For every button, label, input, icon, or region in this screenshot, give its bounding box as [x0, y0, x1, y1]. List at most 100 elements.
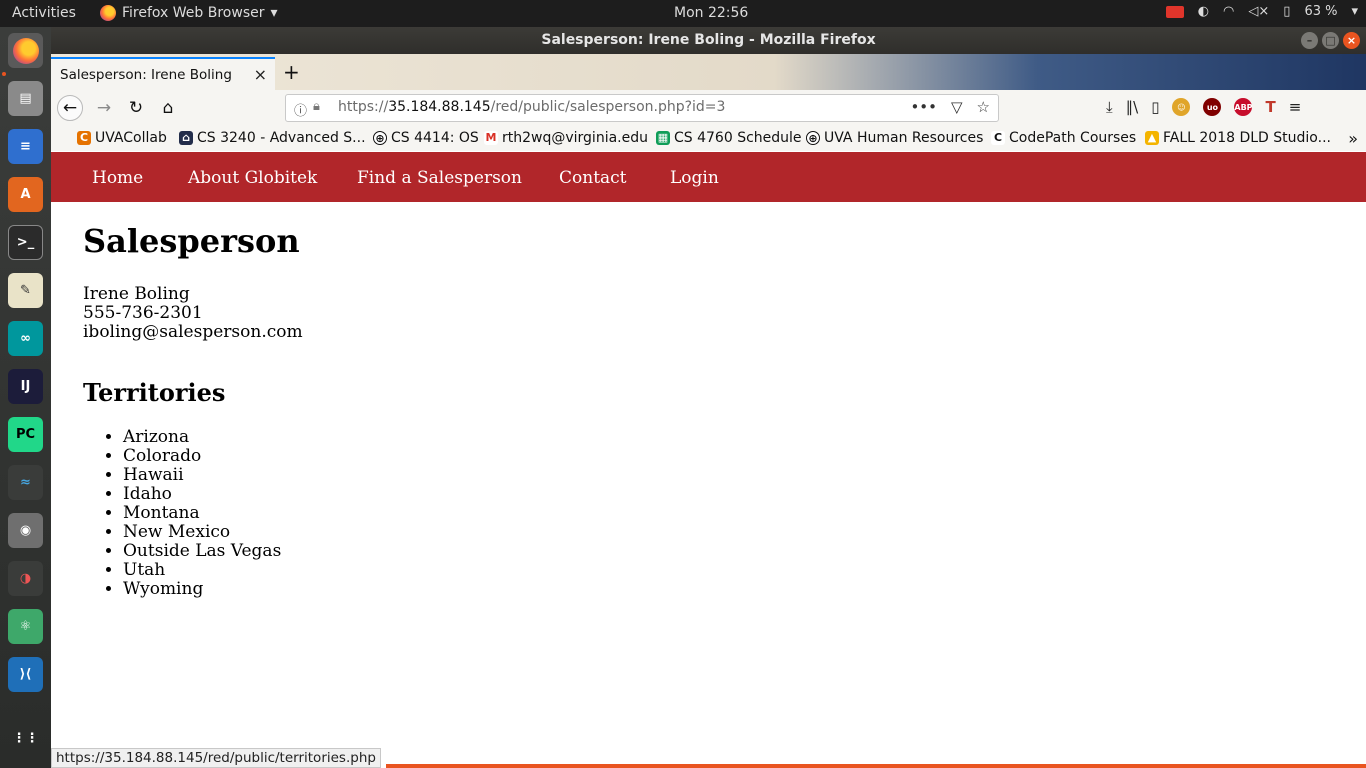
- sheets-icon: ▦: [656, 131, 670, 145]
- page-title: Salesperson: [83, 222, 300, 260]
- clock[interactable]: Mon 22:56: [674, 5, 748, 21]
- nav-link-about[interactable]: About Globitek: [188, 168, 317, 188]
- tab-strip: Salesperson: Irene Boling × +: [51, 54, 1366, 90]
- bookmark-star-icon[interactable]: ☆: [977, 98, 990, 116]
- download-icon[interactable]: ⤓: [1106, 98, 1113, 116]
- salesperson-email: iboling@salesperson.com: [83, 322, 303, 342]
- atom-launcher-icon[interactable]: ⚛: [8, 609, 43, 644]
- territory-item: Colorado: [123, 447, 281, 466]
- app-menu[interactable]: Firefox Web Browser ▾: [100, 5, 278, 21]
- battery-percent: 63 %: [1304, 4, 1338, 19]
- collab-icon: C: [77, 131, 91, 145]
- writer-launcher-icon[interactable]: ≡: [8, 129, 43, 164]
- new-tab-button[interactable]: +: [283, 60, 300, 84]
- adblock-plus-icon[interactable]: ABP: [1234, 98, 1253, 116]
- active-app-indicator: [2, 72, 6, 76]
- territory-item: Idaho: [123, 485, 281, 504]
- back-button[interactable]: ←: [57, 95, 83, 121]
- salesperson-phone: 555-736-2301: [83, 303, 203, 323]
- url-bar[interactable]: ⓘ 🔒︎ https://35.184.88.145/red/public/sa…: [285, 94, 999, 122]
- window-bottom-strip: [386, 764, 1366, 768]
- battery-icon[interactable]: ▯: [1283, 4, 1290, 19]
- page-content: Salesperson Irene Boling 555-736-2301 ib…: [51, 202, 1366, 748]
- nav-link-login[interactable]: Login: [670, 168, 719, 188]
- forward-button[interactable]: →: [91, 95, 117, 121]
- close-window-button[interactable]: ×: [1343, 32, 1360, 49]
- minimize-button[interactable]: –: [1301, 32, 1318, 49]
- bookmark-codepath[interactable]: C CodePath Courses: [991, 130, 1136, 146]
- ublock-icon[interactable]: uo: [1203, 98, 1222, 116]
- bookmark-uvacollab[interactable]: C UVACollab: [77, 130, 167, 146]
- volume-muted-icon[interactable]: ◁×: [1248, 4, 1269, 19]
- link-status-bar: https://35.184.88.145/red/public/territo…: [51, 748, 381, 768]
- bookmark-gmail[interactable]: M rth2wq@virginia.edu: [484, 130, 648, 146]
- dolphin-launcher-icon[interactable]: ≈: [8, 465, 43, 500]
- google-drive-icon: ▲: [1145, 131, 1159, 145]
- camera-launcher-icon[interactable]: ◉: [8, 513, 43, 548]
- bookmark-cs4414[interactable]: ⊕ CS 4414: OS: [373, 130, 479, 146]
- institution-icon: ⌂: [179, 131, 193, 145]
- tab-title: Salesperson: Irene Boling: [60, 66, 232, 83]
- navigation-toolbar: ← → ↻ ⌂ ⓘ 🔒︎ https://35.184.88.145/red/p…: [51, 90, 1366, 126]
- intellij-launcher-icon[interactable]: IJ: [8, 369, 43, 404]
- tab-salesperson[interactable]: Salesperson: Irene Boling ×: [51, 57, 275, 90]
- terminal-launcher-icon[interactable]: >_: [8, 225, 43, 260]
- arduino-launcher-icon[interactable]: ∞: [8, 321, 43, 356]
- bookmark-cs3240[interactable]: ⌂ CS 3240 - Advanced S...: [179, 130, 366, 146]
- bookmarks-toolbar: C UVACollab ⌂ CS 3240 - Advanced S... ⊕ …: [51, 126, 1366, 151]
- switch-launcher-icon[interactable]: ◑: [8, 561, 43, 596]
- salesperson-name: Irene Boling: [83, 284, 190, 304]
- nav-link-contact[interactable]: Contact: [559, 168, 627, 188]
- extension-face-icon[interactable]: ☺: [1172, 98, 1191, 116]
- more-bookmarks-icon[interactable]: »: [1348, 129, 1358, 148]
- pocket-icon[interactable]: ▽: [951, 98, 963, 116]
- update-icon[interactable]: ◐: [1198, 4, 1209, 19]
- window-title-bar[interactable]: Salesperson: Irene Boling - Mozilla Fire…: [51, 27, 1366, 54]
- software-center-launcher-icon[interactable]: A: [8, 177, 43, 212]
- system-tray[interactable]: ◐ ◠ ◁× ▯ 63 % ▾: [1165, 4, 1358, 19]
- gmail-icon: M: [484, 131, 498, 145]
- territory-item: Hawaii: [123, 466, 281, 485]
- globe-icon: ⊕: [806, 131, 820, 145]
- url-text[interactable]: https://35.184.88.145/red/public/salespe…: [338, 99, 725, 115]
- activities-button[interactable]: Activities: [12, 5, 76, 21]
- territory-item: Utah: [123, 561, 281, 580]
- chevron-down-icon[interactable]: ▾: [1351, 4, 1358, 19]
- sidebar-icon[interactable]: ▯: [1151, 98, 1159, 116]
- wifi-icon[interactable]: ◠: [1223, 4, 1234, 19]
- app-menu-label: Firefox Web Browser: [122, 5, 265, 21]
- files-launcher-icon[interactable]: ▤: [8, 81, 43, 116]
- show-applications-icon[interactable]: ⋮⋮: [8, 721, 43, 756]
- site-info-icon[interactable]: ⓘ: [294, 100, 307, 119]
- nav-link-home[interactable]: Home: [92, 168, 143, 188]
- hamburger-menu-icon[interactable]: ≡: [1289, 98, 1302, 116]
- library-icon[interactable]: ∥\: [1126, 98, 1139, 116]
- pycharm-launcher-icon[interactable]: PC: [8, 417, 43, 452]
- firefox-launcher-icon[interactable]: [8, 33, 43, 68]
- firefox-icon: [100, 5, 116, 21]
- screen-record-icon[interactable]: [1165, 5, 1184, 18]
- insecure-lock-icon[interactable]: 🔒︎: [313, 99, 320, 114]
- vscode-launcher-icon[interactable]: ⟩⟨: [8, 657, 43, 692]
- bookmark-uva-hr[interactable]: ⊕ UVA Human Resources: [806, 130, 983, 146]
- territory-item: New Mexico: [123, 523, 281, 542]
- territory-item: Outside Las Vegas: [123, 542, 281, 561]
- close-tab-icon[interactable]: ×: [254, 65, 267, 84]
- system-top-bar: Activities Firefox Web Browser ▾ Mon 22:…: [0, 0, 1366, 27]
- territory-item: Arizona: [123, 428, 281, 447]
- launcher-dock: ▤ ≡ A >_ ✎ ∞ IJ PC ≈ ◉ ◑ ⚛ ⟩⟨ ⋮⋮: [0, 27, 51, 768]
- codepath-icon: C: [991, 131, 1005, 145]
- text-editor-launcher-icon[interactable]: ✎: [8, 273, 43, 308]
- home-button[interactable]: ⌂: [155, 95, 181, 121]
- site-nav: Home About Globitek Find a Salesperson C…: [51, 152, 1366, 202]
- nav-link-find-salesperson[interactable]: Find a Salesperson: [357, 168, 522, 188]
- extension-t-icon[interactable]: T: [1265, 98, 1275, 116]
- maximize-button[interactable]: □: [1322, 32, 1339, 49]
- page-actions-icon[interactable]: •••: [910, 98, 937, 116]
- bookmark-cs4760[interactable]: ▦ CS 4760 Schedule: [656, 130, 802, 146]
- reload-button[interactable]: ↻: [123, 95, 149, 121]
- bookmark-dld-studio[interactable]: ▲ FALL 2018 DLD Studio...: [1145, 130, 1331, 146]
- territory-item: Wyoming: [123, 580, 281, 599]
- globe-icon: ⊕: [373, 131, 387, 145]
- territories-heading: Territories: [83, 378, 226, 407]
